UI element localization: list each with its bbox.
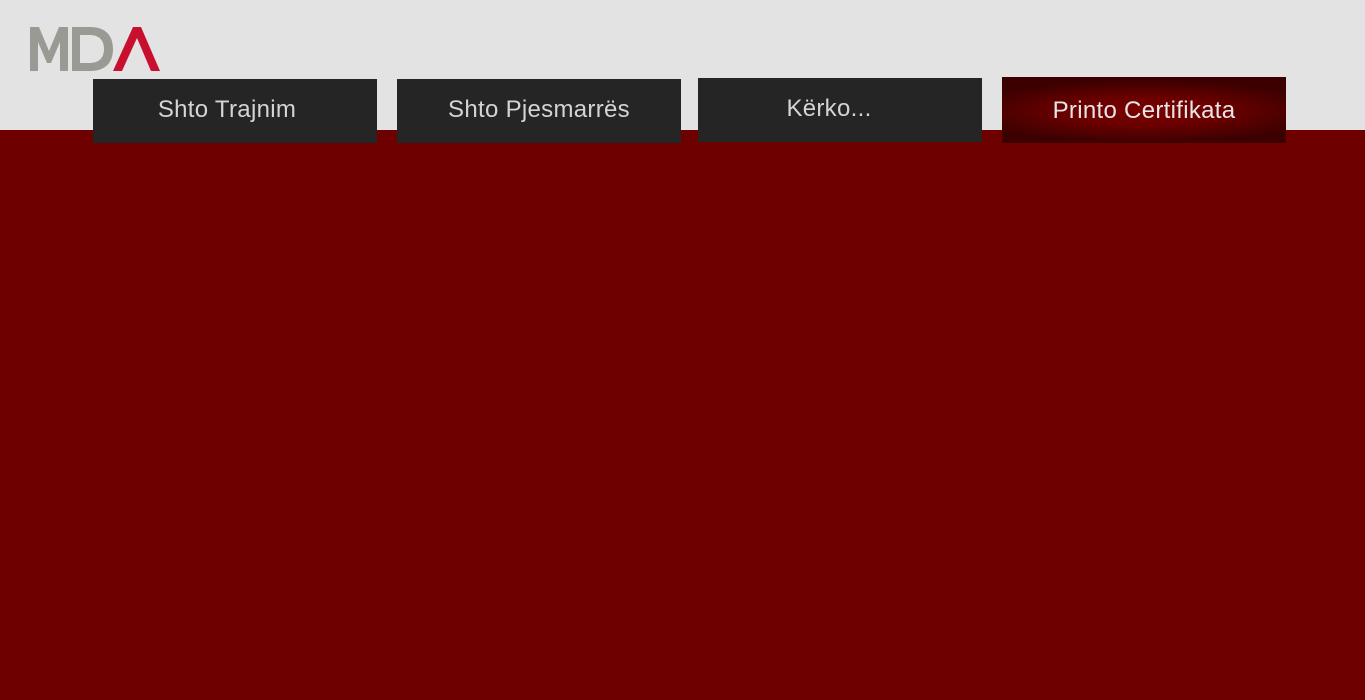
nav-button-shto-trajnim[interactable]: Shto Trajnim: [93, 79, 377, 143]
nav-button-shto-pjesmarres[interactable]: Shto Pjesmarrës: [397, 79, 681, 143]
app-page: Shto Trajnim Shto Pjesmarrës Kërko... Pr…: [0, 0, 1365, 700]
nav-button-kerko[interactable]: Kërko...: [698, 78, 982, 142]
nav-button-printo-certifikata[interactable]: Printo Certifikata: [1002, 77, 1286, 143]
mda-logo[interactable]: [29, 25, 161, 73]
main-content: [0, 130, 1365, 700]
